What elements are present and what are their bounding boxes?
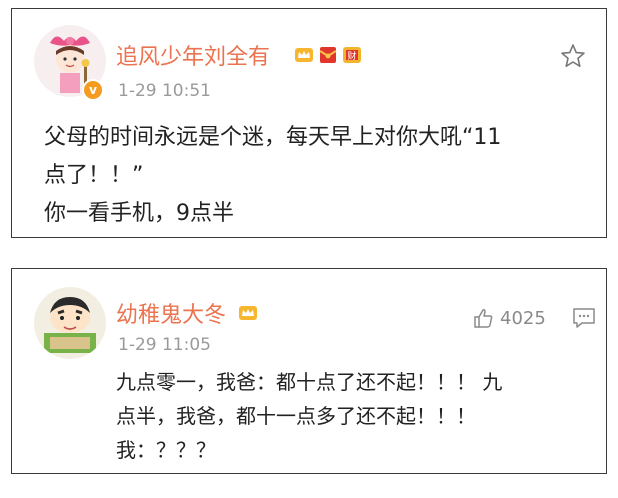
post-body: 父母的时间永远是个迷，每天早上对你大吼“11 点了！！” 你一看手机，9点半 [44, 119, 604, 233]
crown-badge-icon [239, 306, 257, 320]
comment-body: 九点零一，我爸：都十点了还不起！！！ 九 点半，我爸，都十一点多了还不起！！！ … [116, 365, 596, 467]
comment-username[interactable]: 幼稚鬼大冬 [116, 297, 226, 329]
cartoon-boy-avatar-icon [34, 287, 106, 359]
verified-badge-icon: v [82, 79, 104, 101]
comment-line: 点半，我爸，都十一点多了还不起！！！ [116, 404, 476, 428]
red-envelope-badge-icon [319, 47, 337, 63]
post-line: 点了！！” [44, 163, 144, 188]
thumbs-up-icon [474, 309, 493, 328]
comment-line: 我：？？？ [116, 438, 216, 462]
comment-card: 幼稚鬼大冬 1-29 11:05 4025 九点零一，我爸：都十点了还不起！！！… [11, 268, 607, 474]
svg-text:财: 财 [347, 50, 356, 62]
post-username[interactable]: 追风少年刘全有 [116, 39, 270, 71]
post-timestamp: 1-29 10:51 [118, 81, 211, 101]
like-button[interactable]: 4025 [472, 307, 546, 329]
fortune-badge-icon: 财 [343, 47, 361, 63]
like-count: 4025 [500, 307, 546, 329]
comment-bubble-icon[interactable] [572, 307, 596, 329]
post-line: 你一看手机，9点半 [44, 201, 234, 226]
post-card: v 追风少年刘全有 财 1-29 10:51 父母的时间永远是个迷，每天早上对你… [11, 8, 607, 238]
avatar[interactable] [34, 287, 106, 359]
comment-line: 九点零一，我爸：都十点了还不起！！！ 九 [116, 370, 503, 394]
crown-badge-icon [295, 48, 313, 62]
post-line: 父母的时间永远是个迷，每天早上对你大吼“11 [44, 125, 502, 150]
weibo-screenshot: v 追风少年刘全有 财 1-29 10:51 父母的时间永远是个迷，每天早上对你… [0, 0, 618, 498]
star-icon[interactable] [560, 43, 586, 69]
comment-timestamp: 1-29 11:05 [118, 335, 211, 355]
